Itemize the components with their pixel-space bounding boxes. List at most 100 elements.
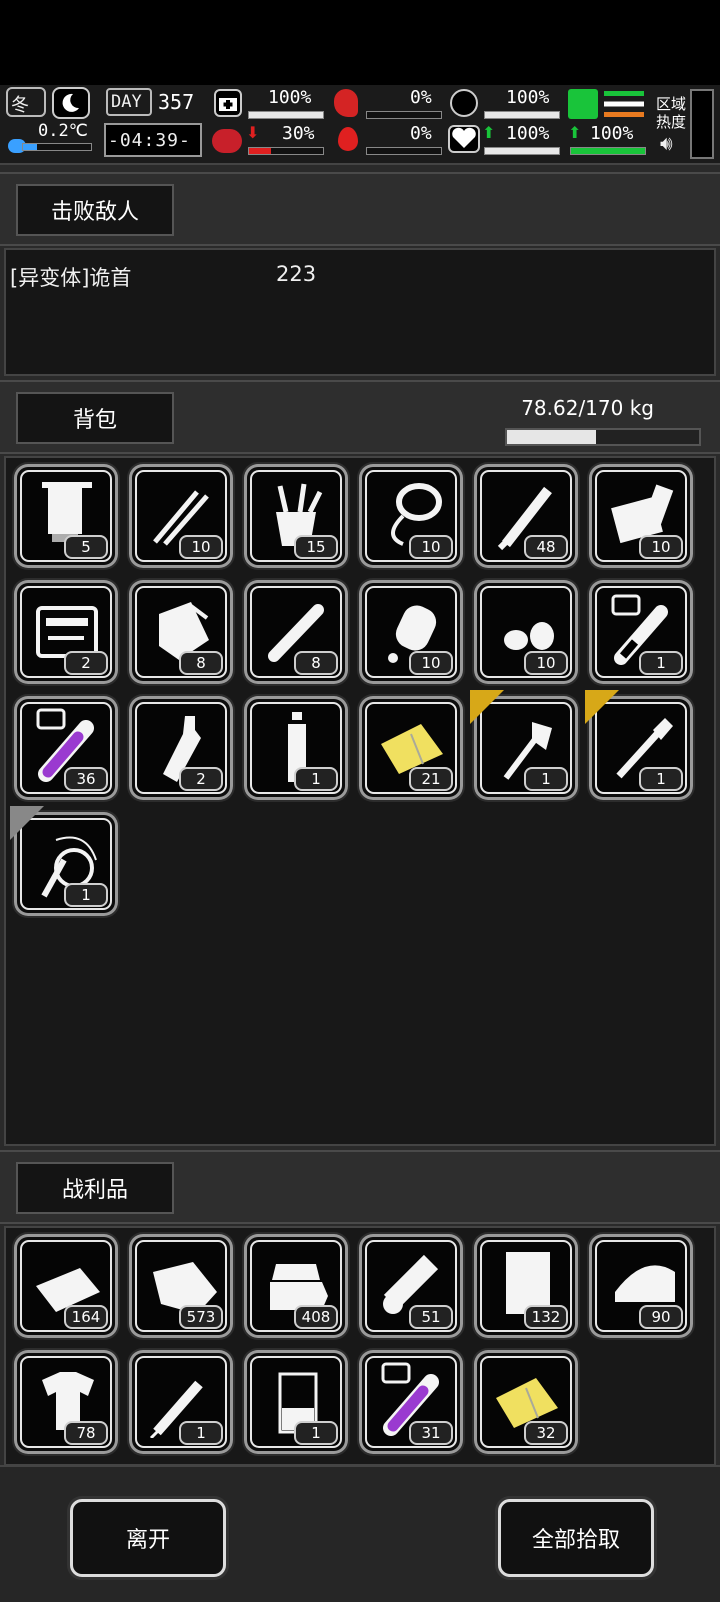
item-count: 5 bbox=[64, 535, 108, 559]
pill-bar bbox=[484, 111, 560, 119]
item-count: 1 bbox=[524, 767, 568, 791]
backpack-item-slot[interactable]: 8 bbox=[129, 580, 233, 684]
item-count: 21 bbox=[409, 767, 453, 791]
heart-pct: 100% bbox=[506, 123, 550, 144]
stamina-stripes bbox=[604, 91, 644, 117]
enemy-name: [异变体]诡首 bbox=[10, 266, 132, 290]
item-count: 1 bbox=[294, 767, 338, 791]
loot-item-slot[interactable]: 31 bbox=[359, 1350, 463, 1454]
item-count: 10 bbox=[179, 535, 223, 559]
loot-item-slot[interactable]: 90 bbox=[589, 1234, 693, 1338]
moon-icon bbox=[52, 87, 90, 119]
weight-bar bbox=[505, 428, 701, 446]
boot-icon bbox=[568, 89, 598, 119]
backpack-item-slot[interactable]: 1 bbox=[470, 690, 578, 800]
item-count: 10 bbox=[409, 535, 453, 559]
item-count: 132 bbox=[524, 1305, 568, 1329]
loot-item-slot[interactable]: 51 bbox=[359, 1234, 463, 1338]
backpack-tab[interactable]: 背包 bbox=[16, 392, 174, 444]
backpack-item-slot[interactable]: 10 bbox=[589, 464, 693, 568]
loot-item-slot[interactable]: 32 bbox=[474, 1350, 578, 1454]
day-number: 357 bbox=[158, 90, 195, 114]
backpack-item-slot[interactable]: 10 bbox=[474, 580, 578, 684]
item-count: 2 bbox=[64, 651, 108, 675]
backpack-item-slot[interactable]: 8 bbox=[244, 580, 348, 684]
backpack-item-slot[interactable]: 10 bbox=[359, 464, 463, 568]
backpack-item-slot[interactable]: 2 bbox=[14, 580, 118, 684]
medkit-icon bbox=[214, 89, 242, 117]
backpack-item-slot[interactable]: 10 bbox=[129, 464, 233, 568]
backpack-item-slot[interactable]: 1 bbox=[244, 696, 348, 800]
health-pct: 100% bbox=[268, 87, 312, 108]
loot-item-slot[interactable]: 164 bbox=[14, 1234, 118, 1338]
up-arrow-icon: ⬆ bbox=[482, 123, 496, 142]
item-count: 10 bbox=[639, 535, 683, 559]
stomach-icon bbox=[334, 89, 358, 117]
item-count: 48 bbox=[524, 535, 568, 559]
item-count: 8 bbox=[294, 651, 338, 675]
zone-label: 区域 bbox=[656, 95, 687, 113]
backpack-item-slot[interactable]: 10 bbox=[359, 580, 463, 684]
backpack-header: 背包 78.62/170 kg bbox=[0, 380, 720, 454]
item-count: 2 bbox=[179, 767, 223, 791]
backpack-grid: 5 10 15 10 48 10 2 8 8 10 10 1 36 2 1 21 1 1 1 bbox=[4, 456, 716, 1146]
brain-pct: 30% bbox=[282, 123, 315, 144]
item-count: 1 bbox=[639, 767, 683, 791]
health-bar bbox=[248, 111, 324, 119]
backpack-item-slot[interactable]: 2 bbox=[129, 696, 233, 800]
defeated-header: 击败敌人 bbox=[0, 172, 720, 246]
item-count: 1 bbox=[294, 1421, 338, 1445]
backpack-item-slot[interactable]: 5 bbox=[14, 464, 118, 568]
loot-item-slot[interactable]: 1 bbox=[129, 1350, 233, 1454]
item-count: 408 bbox=[294, 1305, 338, 1329]
weight-text: 78.62/170 kg bbox=[521, 396, 654, 420]
item-count: 164 bbox=[64, 1305, 108, 1329]
item-count: 1 bbox=[64, 883, 108, 907]
backpack-item-slot[interactable]: 1 bbox=[589, 580, 693, 684]
blood-bar bbox=[366, 147, 442, 155]
day-label: DAY bbox=[111, 92, 142, 112]
day-badge: DAY bbox=[106, 88, 152, 116]
stamina-pct: 100% bbox=[590, 123, 634, 144]
backpack-item-slot[interactable]: 15 bbox=[244, 464, 348, 568]
loot-item-slot[interactable]: 132 bbox=[474, 1234, 578, 1338]
season-badge: 冬 bbox=[6, 87, 46, 117]
down-arrow-icon: ⬇ bbox=[246, 123, 260, 142]
action-bar: 离开 全部拾取 bbox=[0, 1465, 720, 1602]
loot-item-slot[interactable]: 78 bbox=[14, 1350, 118, 1454]
leave-button[interactable]: 离开 bbox=[70, 1499, 226, 1577]
backpack-item-slot[interactable]: 1 bbox=[585, 690, 693, 800]
speaker-icon[interactable]: 🔊︎ bbox=[660, 131, 673, 155]
enemy-count: 223 bbox=[276, 262, 317, 286]
temperature-value: 0.2℃ bbox=[38, 121, 88, 141]
item-count: 15 bbox=[294, 535, 338, 559]
item-count: 573 bbox=[179, 1305, 223, 1329]
pill-icon bbox=[450, 89, 478, 117]
stomach-pct: 0% bbox=[410, 87, 432, 108]
backpack-item-slot[interactable]: 1 bbox=[10, 806, 118, 916]
item-count: 1 bbox=[179, 1421, 223, 1445]
loot-item-slot[interactable]: 408 bbox=[244, 1234, 348, 1338]
status-bar-area bbox=[0, 0, 720, 85]
season-label: 冬 bbox=[11, 95, 29, 116]
backpack-item-slot[interactable]: 48 bbox=[474, 464, 578, 568]
clock-box: -04:39- bbox=[104, 123, 202, 157]
blood-drop-icon bbox=[338, 127, 358, 151]
take-all-button[interactable]: 全部拾取 bbox=[498, 1499, 654, 1577]
stamina-up-arrow-icon: ⬆ bbox=[568, 123, 582, 142]
brain-bar bbox=[248, 147, 324, 155]
stamina-bar bbox=[570, 147, 646, 155]
heart-bar bbox=[484, 147, 560, 155]
loot-item-slot[interactable]: 1 bbox=[244, 1350, 348, 1454]
loot-item-slot[interactable]: 573 bbox=[129, 1234, 233, 1338]
loot-grid: 164 573 408 51 132 90 78 1 1 31 32 bbox=[4, 1226, 716, 1466]
loot-header: 战利品 bbox=[0, 1150, 720, 1224]
backpack-item-slot[interactable]: 36 bbox=[14, 696, 118, 800]
heart-icon bbox=[448, 125, 480, 153]
blood-pct: 0% bbox=[410, 123, 432, 144]
defeated-tab[interactable]: 击败敌人 bbox=[16, 184, 174, 236]
item-count: 31 bbox=[409, 1421, 453, 1445]
backpack-item-slot[interactable]: 21 bbox=[359, 696, 463, 800]
loot-tab[interactable]: 战利品 bbox=[16, 1162, 174, 1214]
hud-panel: 冬 0.2℃ DAY 357 -04:39- 100% ⬇ 30% 0% 0% … bbox=[0, 85, 720, 165]
